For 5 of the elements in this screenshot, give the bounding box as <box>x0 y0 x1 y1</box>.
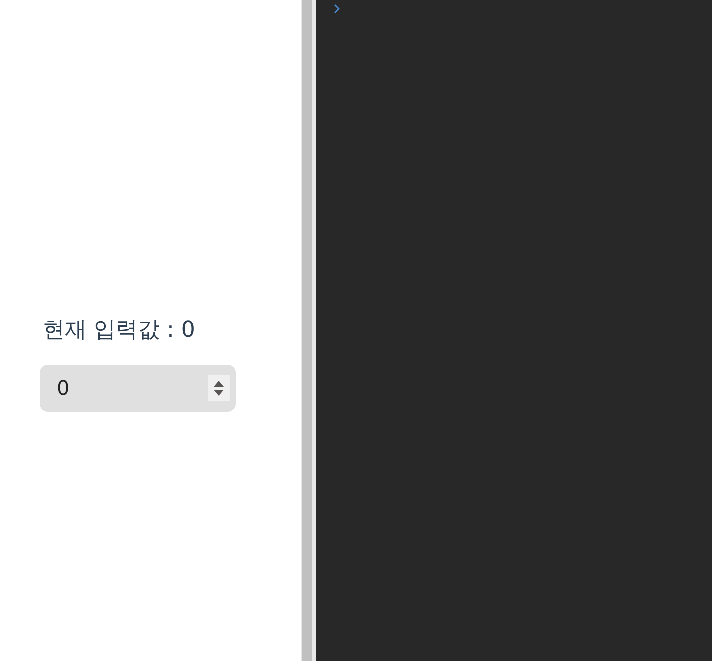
number-input-field[interactable]: 0 <box>40 364 236 412</box>
current-value-label: 현재 입력값 : 0 <box>43 316 196 344</box>
pane-resize-handle[interactable] <box>301 0 316 661</box>
prompt-chevron-icon <box>334 4 340 14</box>
spinner-arrows-icon[interactable] <box>208 374 230 400</box>
